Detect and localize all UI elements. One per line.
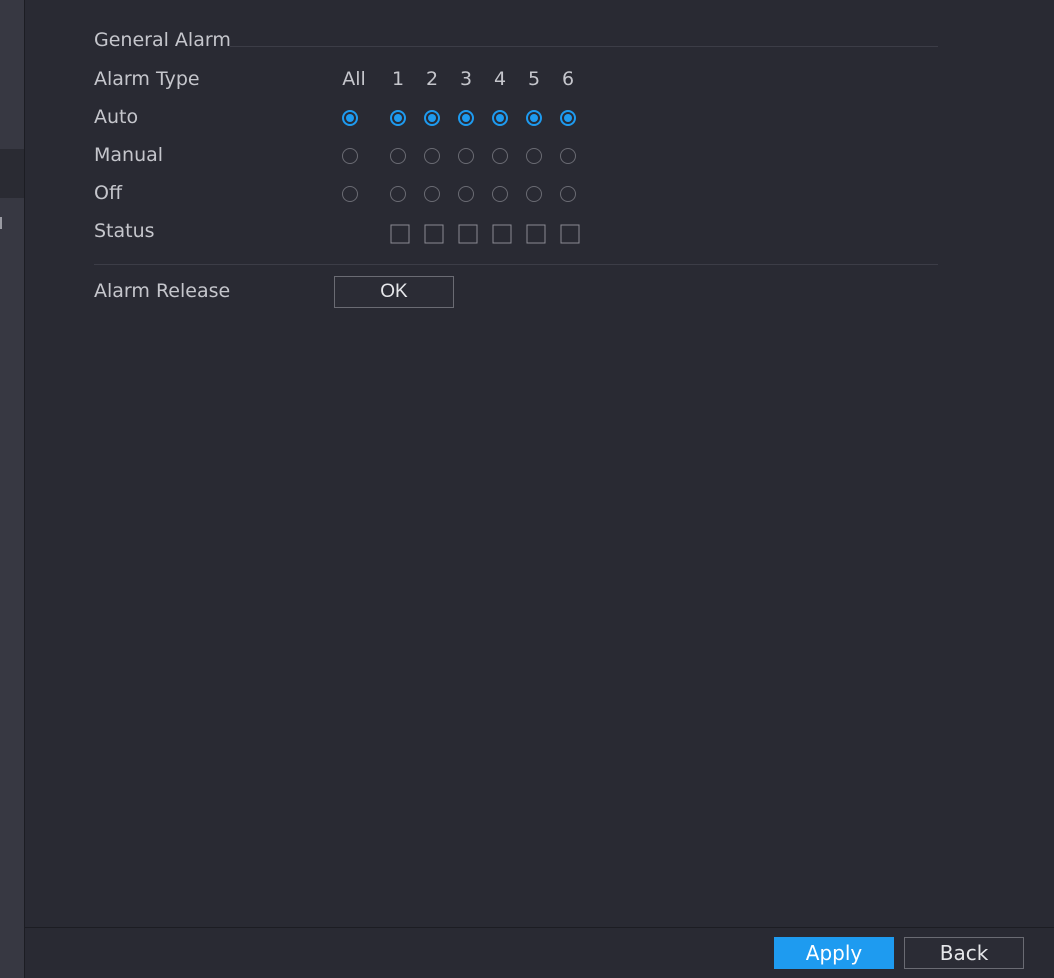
column-header-4: 4 <box>493 68 507 90</box>
manual-radio-all[interactable] <box>342 148 358 164</box>
status-indicator-6 <box>560 224 580 244</box>
manual-radio-1[interactable] <box>390 148 406 164</box>
apply-button[interactable]: Apply <box>774 937 894 969</box>
manual-radio-3[interactable] <box>458 148 474 164</box>
column-header-1: 1 <box>391 68 405 90</box>
auto-radio-all[interactable] <box>342 110 358 126</box>
manual-row-label: Manual <box>94 144 164 166</box>
manual-radio-4[interactable] <box>492 148 508 164</box>
off-radio-all[interactable] <box>342 186 358 202</box>
status-indicator-3 <box>458 224 478 244</box>
column-header-5: 5 <box>527 68 541 90</box>
off-radio-3[interactable] <box>458 186 474 202</box>
column-header-3: 3 <box>459 68 473 90</box>
section-divider <box>230 46 938 47</box>
auto-radio-3[interactable] <box>458 110 474 126</box>
auto-row-label: Auto <box>94 106 139 128</box>
off-radio-5[interactable] <box>526 186 542 202</box>
manual-radio-6[interactable] <box>560 148 576 164</box>
status-indicator-1 <box>390 224 410 244</box>
sidebar-item-selected[interactable] <box>0 149 24 198</box>
alarm-type-label: Alarm Type <box>94 68 200 90</box>
alarm-release-label: Alarm Release <box>94 280 231 302</box>
off-radio-1[interactable] <box>390 186 406 202</box>
auto-radio-2[interactable] <box>424 110 440 126</box>
off-row-label: Off <box>94 182 123 204</box>
status-row-label: Status <box>94 220 155 242</box>
status-indicator-2 <box>424 224 444 244</box>
alarm-release-ok-button[interactable]: OK <box>334 276 454 308</box>
status-indicator-4 <box>492 224 512 244</box>
off-radio-4[interactable] <box>492 186 508 202</box>
auto-radio-1[interactable] <box>390 110 406 126</box>
manual-radio-5[interactable] <box>526 148 542 164</box>
back-button[interactable]: Back <box>904 937 1024 969</box>
off-radio-2[interactable] <box>424 186 440 202</box>
status-indicator-5 <box>526 224 546 244</box>
manual-radio-2[interactable] <box>424 148 440 164</box>
section-title-general-alarm: General Alarm <box>94 29 231 51</box>
column-header-all: All <box>342 68 366 90</box>
sidebar <box>0 0 24 978</box>
sidebar-border <box>24 0 25 978</box>
column-header-6: 6 <box>561 68 575 90</box>
sidebar-item-marker <box>0 217 2 229</box>
auto-radio-4[interactable] <box>492 110 508 126</box>
auto-radio-5[interactable] <box>526 110 542 126</box>
column-header-2: 2 <box>425 68 439 90</box>
off-radio-6[interactable] <box>560 186 576 202</box>
section-divider-lower <box>94 264 938 265</box>
footer-divider <box>25 927 1054 928</box>
auto-radio-6[interactable] <box>560 110 576 126</box>
